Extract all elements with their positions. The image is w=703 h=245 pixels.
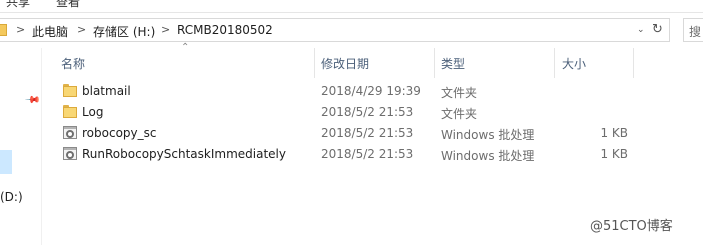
nav-item-drive-d[interactable]: (D:): [0, 190, 23, 204]
column-header-size[interactable]: 大小: [562, 55, 586, 72]
breadcrumb-current-folder[interactable]: RCMB20180502: [177, 23, 273, 37]
breadcrumb-separator[interactable]: >: [161, 23, 170, 36]
file-row-log[interactable]: Log 2018/5/2 21:53 文件夹: [42, 102, 703, 123]
column-header-date[interactable]: 修改日期: [321, 55, 369, 72]
breadcrumb-separator[interactable]: >: [16, 23, 25, 36]
file-date: 2018/5/2 21:53: [321, 126, 414, 140]
column-divider[interactable]: [434, 48, 435, 78]
file-type: 文件夹: [441, 86, 478, 100]
file-name[interactable]: robocopy_sc: [82, 126, 156, 140]
search-input[interactable]: 搜: [683, 18, 703, 42]
file-row-blatmail[interactable]: blatmail 2018/4/29 19:39 文件夹: [42, 81, 703, 102]
ribbon-tabs: 共享 查看: [0, 0, 703, 13]
folder-icon: [62, 84, 78, 98]
file-size: 1 KB: [600, 147, 628, 161]
batch-file-icon: [62, 147, 78, 161]
file-date: 2018/5/2 21:53: [321, 147, 414, 161]
pin-icon[interactable]: 📌: [24, 92, 41, 109]
column-divider[interactable]: [554, 48, 555, 78]
file-list: blatmail 2018/4/29 19:39 文件夹 Log 2018/5/…: [42, 81, 703, 165]
file-date: 2018/5/2 21:53: [321, 105, 414, 119]
chevron-down-icon[interactable]: ⌄: [637, 25, 645, 35]
breadcrumb-this-pc[interactable]: 此电脑: [32, 23, 68, 40]
file-type: 文件夹: [441, 107, 478, 121]
column-header-row: ⌃ 名称 修改日期 类型 大小: [42, 42, 703, 78]
breadcrumb-separator[interactable]: >: [77, 23, 86, 36]
navigation-pane: 📌 (D:): [0, 48, 42, 245]
column-header-type[interactable]: 类型: [441, 55, 465, 72]
column-header-name[interactable]: 名称: [61, 55, 85, 72]
file-date: 2018/4/29 19:39: [321, 84, 421, 98]
address-bar[interactable]: > 此电脑 > 存储区 (H:) > RCMB20180502 ⌄ ↻: [0, 18, 670, 42]
column-divider[interactable]: [633, 48, 634, 78]
watermark: @51CTO博客: [590, 219, 673, 234]
breadcrumb-drive-h[interactable]: 存储区 (H:): [93, 23, 155, 40]
nav-selected-item[interactable]: [0, 150, 12, 174]
column-divider[interactable]: [314, 48, 315, 78]
file-name[interactable]: Log: [82, 105, 103, 119]
sort-ascending-icon: ⌃: [181, 42, 190, 53]
folder-icon: [62, 105, 78, 119]
file-name[interactable]: blatmail: [82, 84, 131, 98]
file-row-robocopy-sc[interactable]: robocopy_sc 2018/5/2 21:53 Windows 批处理 1…: [42, 123, 703, 144]
refresh-icon[interactable]: ↻: [652, 22, 663, 37]
file-type: Windows 批处理: [441, 128, 535, 142]
file-name[interactable]: RunRobocopySchtaskImmediately: [82, 147, 286, 161]
batch-file-icon: [62, 126, 78, 140]
file-size: 1 KB: [600, 126, 628, 140]
search-placeholder: 搜: [689, 25, 702, 39]
address-row: > 此电脑 > 存储区 (H:) > RCMB20180502 ⌄ ↻ 搜: [0, 14, 703, 48]
folder-icon: [0, 24, 7, 36]
file-type: Windows 批处理: [441, 149, 535, 163]
file-row-run-robocopy-schtask[interactable]: RunRobocopySchtaskImmediately 2018/5/2 2…: [42, 144, 703, 165]
ribbon-tab-share[interactable]: 共享: [6, 0, 30, 10]
ribbon-tab-view[interactable]: 查看: [56, 0, 80, 10]
